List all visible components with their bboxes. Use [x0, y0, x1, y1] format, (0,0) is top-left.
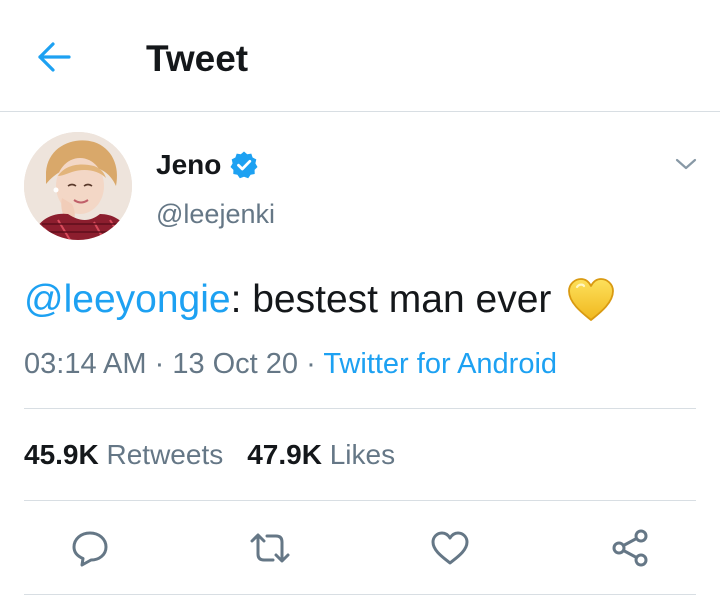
likes-stat[interactable]: 47.9K Likes: [247, 437, 395, 473]
more-options-button[interactable]: [670, 150, 702, 178]
reply-icon: [72, 531, 108, 567]
like-icon: [431, 531, 469, 565]
tweet-text: @leeyongie: bestest man ever: [24, 276, 617, 324]
avatar-image: [24, 132, 132, 240]
yellow-heart-icon: [565, 276, 617, 324]
meta-separator: ·: [298, 348, 324, 380]
reply-button[interactable]: [68, 528, 112, 568]
tweet-meta: 03:14 AM · 13 Oct 20 · Twitter for Andro…: [24, 346, 557, 382]
retweets-label: Retweets: [106, 439, 224, 470]
like-button[interactable]: [428, 528, 472, 568]
author-name-row[interactable]: Jeno: [156, 148, 259, 182]
meta-separator: ·: [146, 348, 173, 380]
arrow-left-icon: [38, 42, 71, 72]
back-button[interactable]: [32, 37, 76, 77]
verified-badge-icon: [229, 150, 259, 180]
divider: [24, 408, 696, 409]
avatar[interactable]: [24, 132, 132, 240]
tweet-source-link[interactable]: Twitter for Android: [323, 348, 557, 380]
page-title: Tweet: [146, 38, 249, 79]
tweet-time: 03:14 AM: [24, 348, 147, 380]
chevron-down-icon: [675, 158, 697, 170]
tweet-date: 13 Oct 20: [172, 348, 299, 380]
retweet-button[interactable]: [248, 528, 292, 568]
author-name[interactable]: Jeno: [156, 149, 221, 181]
app-header: Tweet: [0, 0, 720, 112]
divider: [24, 500, 696, 501]
retweets-count: 45.9K: [24, 439, 99, 470]
author-handle[interactable]: @leejenki: [156, 198, 275, 230]
divider: [24, 594, 696, 595]
retweets-stat[interactable]: 45.9K Retweets: [24, 437, 223, 473]
share-icon: [612, 529, 648, 567]
retweet-icon: [250, 533, 290, 563]
likes-label: Likes: [329, 439, 396, 470]
tweet-detail-screen: Tweet Jeno @leejenki @leeyongie: bestes…: [0, 0, 720, 609]
tweet-body: : bestest man ever: [230, 278, 552, 321]
tweet-stats: 45.9K Retweets 47.9K Likes: [24, 437, 419, 473]
likes-count: 47.9K: [247, 439, 322, 470]
share-button[interactable]: [608, 528, 652, 568]
mention-link[interactable]: @leeyongie: [24, 276, 231, 324]
